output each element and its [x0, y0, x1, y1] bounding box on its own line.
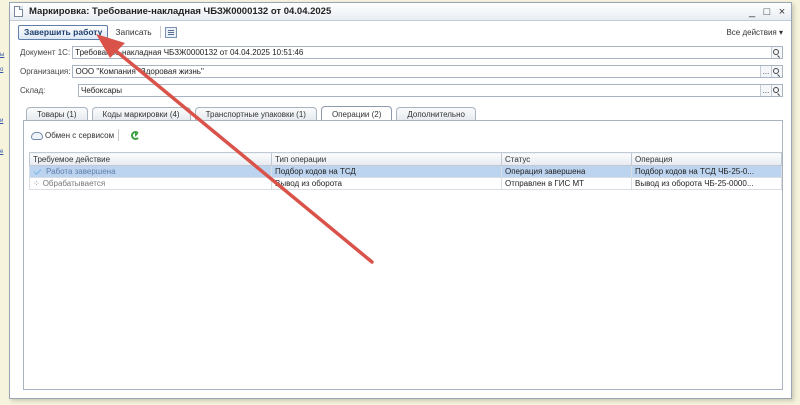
warehouse-search-button[interactable]	[771, 85, 782, 96]
organization-field[interactable]: ООО "Компания "Здоровая жизнь" ...	[72, 65, 783, 78]
document-icon	[14, 6, 23, 17]
operations-table: Требуемое действие Тип операции Статус О…	[29, 152, 782, 190]
table-header-row: Требуемое действие Тип операции Статус О…	[29, 152, 782, 166]
organization-value: ООО "Компания "Здоровая жизнь"	[75, 67, 204, 76]
background-link: й	[0, 118, 4, 124]
tab-additional[interactable]: Дополнительно	[396, 107, 476, 120]
organization-row: Организация: ООО "Компания "Здоровая жиз…	[10, 62, 791, 81]
status-cell[interactable]: Операция завершена	[501, 165, 632, 178]
tab-operations[interactable]: Операции (2)	[320, 106, 393, 121]
warehouse-row: Склад: Чебоксары ...	[10, 81, 791, 100]
action-cell[interactable]: Работа завершена	[29, 165, 272, 178]
spinner-icon: ⁘	[33, 178, 40, 188]
action-text: Обрабатывается	[42, 179, 106, 188]
action-text: Работа завершена	[46, 167, 116, 176]
window-title: Маркировка: Требование-накладная ЧБЗЖ000…	[29, 6, 332, 17]
organization-select-button[interactable]: ...	[760, 66, 771, 77]
warehouse-label: Склад:	[20, 86, 46, 95]
search-icon	[773, 48, 779, 55]
marking-window: Маркировка: Требование-накладная ЧБЗЖ000…	[9, 2, 792, 399]
all-actions-menu[interactable]: Все действия ▾	[726, 28, 783, 37]
operations-panel: Обмен с сервисом Требуемое действие Тип …	[23, 120, 783, 390]
column-header-operation[interactable]: Операция	[631, 152, 782, 166]
organization-search-button[interactable]	[771, 66, 782, 77]
table-row[interactable]: ⁘ Обрабатывается Вывод из оборота Отправл…	[29, 177, 782, 190]
toolbar-separator	[118, 129, 120, 141]
column-header-status[interactable]: Статус	[501, 152, 632, 166]
close-button[interactable]: ×	[777, 6, 787, 18]
background-link: о	[0, 67, 4, 73]
structure-icon[interactable]	[164, 26, 177, 38]
type-cell[interactable]: Вывод из оборота	[271, 177, 502, 190]
exchange-with-service-button[interactable]: Обмен с сервисом	[45, 131, 114, 140]
tab-strip: Товары (1) Коды маркировки (4) Транспорт…	[26, 105, 480, 121]
type-cell[interactable]: Подбор кодов на ТСД	[271, 165, 502, 178]
column-header-type[interactable]: Тип операции	[271, 152, 502, 166]
column-header-action[interactable]: Требуемое действие	[29, 152, 272, 166]
window-controls: _ □ ×	[747, 6, 787, 18]
background-panel: ы о й е	[0, 0, 9, 405]
cloud-exchange-icon	[30, 130, 43, 140]
tab-goods[interactable]: Товары (1)	[26, 107, 88, 120]
toolbar: Завершить работу Записать Все действия ▾	[10, 21, 791, 43]
operations-toolbar: Обмен с сервисом	[30, 129, 141, 141]
document-value: Требование-накладная ЧБЗЖ0000132 от 04.0…	[75, 48, 304, 57]
search-icon	[773, 67, 779, 74]
background-link: ы	[0, 52, 5, 58]
document-field[interactable]: Требование-накладная ЧБЗЖ0000132 от 04.0…	[72, 46, 783, 59]
maximize-button[interactable]: □	[762, 6, 772, 18]
tab-marking-codes[interactable]: Коды маркировки (4)	[91, 107, 191, 120]
organization-label: Организация:	[20, 67, 71, 76]
warehouse-select-button[interactable]: ...	[760, 85, 771, 96]
window-titlebar: Маркировка: Требование-накладная ЧБЗЖ000…	[10, 3, 791, 21]
check-icon	[33, 166, 42, 175]
minimize-button[interactable]: _	[747, 6, 757, 18]
save-button[interactable]: Записать	[111, 25, 155, 40]
table-row[interactable]: Работа завершена Подбор кодов на ТСД Опе…	[29, 165, 782, 178]
warehouse-value: Чебоксары	[81, 86, 122, 95]
toolbar-separator	[159, 26, 161, 38]
warehouse-field[interactable]: Чебоксары ...	[78, 84, 783, 97]
operation-cell[interactable]: Подбор кодов на ТСД ЧБ-25-0...	[631, 165, 782, 178]
status-cell[interactable]: Отправлен в ГИС МТ	[501, 177, 632, 190]
action-cell[interactable]: ⁘ Обрабатывается	[29, 177, 272, 190]
background-link: е	[0, 149, 4, 155]
operation-cell[interactable]: Вывод из оборота ЧБ-25-0000...	[631, 177, 782, 190]
document-search-button[interactable]	[771, 47, 782, 58]
document-row: Документ 1С: Требование-накладная ЧБЗЖ00…	[10, 43, 791, 62]
tab-transport-packages[interactable]: Транспортные упаковки (1)	[194, 107, 317, 120]
finish-work-button[interactable]: Завершить работу	[18, 24, 109, 40]
document-label: Документ 1С:	[20, 48, 71, 57]
search-icon	[773, 86, 779, 93]
refresh-icon[interactable]	[131, 130, 141, 140]
